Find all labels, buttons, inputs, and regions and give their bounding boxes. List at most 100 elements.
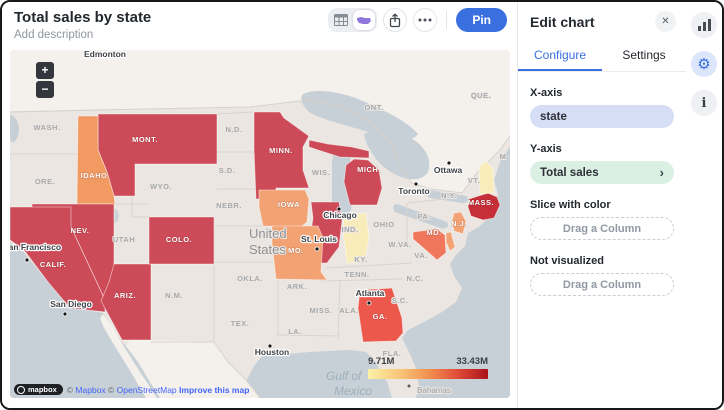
toolbar-divider (446, 11, 447, 29)
close-panel-button[interactable]: ✕ (655, 11, 676, 32)
share-button[interactable] (383, 8, 407, 32)
tab-settings[interactable]: Settings (602, 40, 686, 71)
map-label: N.C. (407, 274, 424, 283)
city-dot (25, 258, 29, 262)
bar-chart-icon (698, 19, 711, 31)
map-label: MASS. (468, 198, 494, 207)
tab-configure[interactable]: Configure (518, 40, 602, 71)
question-card: Total sales by state Add description (2, 2, 517, 408)
map-label: Mexico (334, 384, 372, 398)
mapbox-logo-label: mapbox (28, 385, 57, 394)
map-label: CALIF. (40, 260, 66, 269)
map-label: Atlanta (356, 288, 385, 298)
map-label: PA. (417, 212, 430, 221)
map-label: Bahamas (417, 386, 451, 395)
not-visualized-label: Not visualized (530, 255, 674, 267)
settings-gear-button[interactable]: ⚙ (691, 51, 717, 77)
attribution-copy: © (106, 385, 117, 395)
x-axis-label: X-axis (530, 87, 674, 99)
map-label: TENN. (345, 270, 370, 279)
map-label: OHIO (373, 220, 394, 229)
map-label: MINN. (269, 146, 293, 155)
table-grid-icon (334, 14, 348, 26)
x-axis-field-pill[interactable]: state (530, 105, 674, 128)
map-label: S.D. (219, 166, 236, 175)
map-legend: 9.71M 33.43M (368, 356, 488, 379)
map-zoom-controls: + − (36, 62, 54, 98)
not-visualized-dropzone[interactable]: Drag a Column (530, 273, 674, 296)
map-label: St. Louis (301, 234, 337, 244)
card-header: Total sales by state Add description (2, 2, 517, 48)
map-label: San Diego (50, 299, 92, 309)
ellipsis-icon (418, 18, 432, 22)
map-label: N.D. (226, 125, 243, 134)
chart-type-button[interactable] (691, 12, 717, 38)
map-label: N.J. (451, 219, 467, 228)
map-label: NEBR. (216, 201, 242, 210)
map-label: N.M. (165, 291, 183, 300)
viz-toggle (328, 8, 377, 32)
gear-icon: ⚙ (697, 57, 710, 72)
mapbox-logo[interactable]: mapbox (14, 384, 63, 395)
map-label: MICH. (357, 165, 381, 174)
city-dot (63, 312, 67, 316)
map-label: San Francisco (10, 242, 61, 252)
info-button[interactable]: i (691, 90, 717, 116)
pin-button[interactable]: Pin (456, 8, 507, 32)
y-axis-field-value: Total sales (540, 167, 599, 179)
island-dot (408, 385, 411, 388)
attribution-link[interactable]: OpenStreetMap (117, 385, 177, 395)
map-label: Houston (255, 347, 289, 357)
map-label: IOWA (278, 200, 300, 209)
card-toolbar: Pin (328, 8, 507, 32)
map-label: OKLA. (237, 274, 263, 283)
map-label: States (249, 242, 286, 257)
map-label: VT. (468, 176, 480, 185)
map-label: IND. (342, 225, 359, 234)
map-label: N.Y. (441, 191, 457, 200)
map-view-button[interactable] (353, 10, 375, 30)
map-label: ALA. (339, 306, 359, 315)
map-label: Ottawa (434, 165, 463, 175)
map-label: ARK. (287, 282, 307, 291)
map-label: KY. (354, 255, 367, 264)
x-axis-field-value: state (540, 111, 567, 123)
y-axis-field-pill[interactable]: Total sales › (530, 161, 674, 184)
slice-color-dropzone[interactable]: Drag a Column (530, 217, 674, 240)
map-label: Toronto (398, 186, 429, 196)
zoom-in-button[interactable]: + (36, 62, 54, 79)
zoom-out-button[interactable]: − (36, 81, 54, 98)
map-canvas[interactable]: MONT.IDAHOMINN.MICH.IOWAMO.NEV.CALIF.ARI… (10, 50, 510, 398)
panel-title: Edit chart (530, 14, 595, 30)
more-button[interactable] (413, 8, 437, 32)
map-label: Edmonton (84, 50, 126, 59)
legend-min: 9.71M (368, 356, 394, 367)
map-label: LA. (288, 327, 302, 336)
table-view-button[interactable] (330, 10, 352, 30)
mapbox-logo-circle (17, 386, 25, 394)
attribution-link[interactable]: Mapbox (75, 385, 105, 395)
map-label: MO. (288, 246, 304, 255)
panel-tabs: Configure Settings (518, 40, 686, 72)
map-label: TEX. (231, 319, 250, 328)
slice-with-color-label: Slice with color (530, 199, 674, 211)
map-label: Gulf of (326, 369, 363, 383)
add-description-placeholder[interactable]: Add description (14, 29, 93, 41)
app-window: Total sales by state Add description (0, 0, 724, 410)
map-label: W.VA. (388, 240, 411, 249)
map-label: S.C. (392, 296, 409, 305)
map-attribution-text: © Mapbox © OpenStreetMap Improve this ma… (67, 385, 250, 395)
map-label: WIS. (312, 168, 330, 177)
viz-settings-rail: ⚙ i (686, 2, 722, 408)
city-dot (315, 247, 319, 251)
map-label: ONT. (364, 103, 383, 112)
map-label: ARIZ. (114, 291, 136, 300)
info-icon: i (702, 97, 707, 110)
edit-chart-panel: Edit chart ✕ Configure Settings X-axis s… (517, 2, 686, 408)
legend-max: 33.43M (456, 356, 488, 367)
map-label: WASH. (33, 123, 60, 132)
map-label: UTAH (113, 235, 135, 244)
map-label: MD. (426, 228, 441, 237)
attribution-link[interactable]: Improve this map (179, 385, 249, 395)
map-label: ORE. (35, 177, 55, 186)
